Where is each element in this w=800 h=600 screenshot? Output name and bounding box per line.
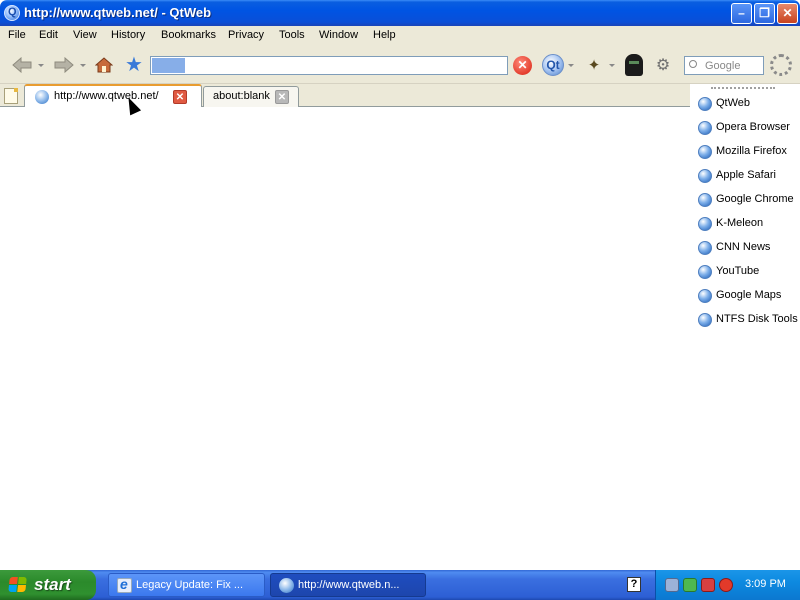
tab-about-blank[interactable]: about:blank ✕ [203, 86, 299, 107]
search-icon [689, 60, 697, 68]
qtweb-taskbar-icon [279, 578, 294, 593]
start-button[interactable]: start [0, 570, 96, 600]
tab-strip: http://www.qtweb.net/ ✕ about:blank ✕ [0, 84, 690, 108]
windows-logo-icon [8, 577, 28, 593]
qtweb-menu-icon[interactable]: Qt [542, 54, 564, 76]
forward-history-chevron-down-icon[interactable] [80, 64, 86, 67]
menu-view[interactable]: View [73, 29, 97, 41]
internet-explorer-icon [117, 576, 132, 593]
qtweb-app-icon[interactable] [4, 5, 20, 21]
globe-icon [698, 145, 712, 159]
safely-remove-hardware-icon[interactable] [683, 578, 697, 592]
page-content[interactable] [0, 107, 690, 570]
bookmark-label: Mozilla Firefox [716, 145, 787, 157]
menu-bar: File Edit View History Bookmarks Privacy… [0, 26, 800, 46]
forward-arrow-icon[interactable] [54, 57, 74, 73]
restore-button[interactable]: ❐ [754, 3, 775, 24]
globe-icon [698, 169, 712, 183]
menu-edit[interactable]: Edit [39, 29, 58, 41]
clock[interactable]: 3:09 PM [745, 578, 786, 590]
globe-icon [698, 193, 712, 207]
tab-label: about:blank [213, 90, 270, 102]
globe-icon [698, 265, 712, 279]
menu-file[interactable]: File [8, 29, 26, 41]
window-title: http://www.qtweb.net/ - QtWeb [24, 5, 212, 20]
menu-window[interactable]: Window [319, 29, 358, 41]
bookmark-google-chrome[interactable]: Google Chrome [698, 192, 798, 208]
loading-spinner-icon [770, 54, 792, 76]
bookmark-label: NTFS Disk Tools [716, 313, 798, 325]
bookmark-opera-browser[interactable]: Opera Browser [698, 120, 798, 136]
close-button[interactable]: ✕ [777, 3, 798, 24]
tab-qtweb[interactable]: http://www.qtweb.net/ ✕ [24, 84, 202, 108]
wand-chevron-down-icon[interactable] [609, 64, 615, 67]
bookmark-label: Apple Safari [716, 169, 776, 181]
bookmark-k-meleon[interactable]: K-Meleon [698, 216, 798, 232]
bookmark-ntfs-disk-tools[interactable]: NTFS Disk Tools [698, 312, 798, 328]
close-tab-icon[interactable]: ✕ [173, 90, 187, 104]
bookmark-apple-safari[interactable]: Apple Safari [698, 168, 798, 184]
globe-icon [698, 121, 712, 135]
help-icon[interactable]: ? [627, 577, 641, 592]
qtweb-menu-chevron-down-icon[interactable] [568, 64, 574, 67]
sidebar-grip-handle[interactable] [711, 87, 775, 89]
taskbar-item-label: Legacy Update: Fix ... [136, 579, 243, 591]
close-tab-icon[interactable]: ✕ [275, 90, 289, 104]
bookmark-label: Google Chrome [716, 193, 794, 205]
bookmark-label: Google Maps [716, 289, 782, 301]
back-history-chevron-down-icon[interactable] [38, 64, 44, 67]
back-arrow-icon[interactable] [12, 57, 32, 73]
start-label: start [34, 575, 71, 594]
globe-icon [698, 217, 712, 231]
minimize-button[interactable]: – [731, 3, 752, 24]
globe-icon [698, 97, 712, 111]
address-selection-highlight [152, 58, 185, 73]
menu-help[interactable]: Help [373, 29, 396, 41]
network-icon[interactable] [665, 578, 679, 592]
search-placeholder: Google [705, 60, 741, 72]
taskbar-item-legacy-update[interactable]: Legacy Update: Fix ... [108, 573, 265, 597]
bookmark-label: K-Meleon [716, 217, 764, 229]
menu-bookmarks[interactable]: Bookmarks [161, 29, 216, 41]
bookmark-qtweb[interactable]: QtWeb [698, 96, 798, 112]
search-input[interactable]: Google [684, 56, 764, 75]
bookmark-label: CNN News [716, 241, 771, 253]
bookmark-cnn-news[interactable]: CNN News [698, 240, 798, 256]
bookmarks-sidebar: QtWeb Opera Browser Mozilla Firefox Appl… [690, 84, 800, 570]
bookmark-star-icon[interactable]: ★ [124, 55, 144, 75]
stop-icon[interactable]: ✕ [513, 56, 532, 75]
globe-icon [698, 241, 712, 255]
system-tray: 3:09 PM [655, 570, 800, 600]
bookmark-label: QtWeb [716, 97, 751, 109]
globe-icon [698, 313, 712, 327]
new-tab-icon[interactable] [4, 88, 18, 104]
title-bar[interactable]: http://www.qtweb.net/ - QtWeb – ❐ ✕ [0, 0, 800, 26]
settings-gears-icon[interactable]: ⚙ [653, 55, 673, 75]
address-bar-input[interactable] [150, 56, 508, 75]
bookmark-google-maps[interactable]: Google Maps [698, 288, 798, 304]
home-icon[interactable] [95, 56, 113, 74]
security-alert-icon[interactable] [701, 578, 715, 592]
bookmark-mozilla-firefox[interactable]: Mozilla Firefox [698, 144, 798, 160]
taskbar-item-label: http://www.qtweb.n... [298, 579, 400, 591]
menu-history[interactable]: History [111, 29, 145, 41]
tab-label: http://www.qtweb.net/ [54, 90, 159, 102]
bookmark-youtube[interactable]: YouTube [698, 264, 798, 280]
qtweb-favicon-icon [35, 90, 49, 104]
bookmark-label: Opera Browser [716, 121, 790, 133]
menu-privacy[interactable]: Privacy [228, 29, 264, 41]
navigation-toolbar: ★ ✕ Qt ✦ ⚙ Google [0, 46, 800, 84]
security-shield-icon[interactable] [719, 578, 733, 592]
taskbar: start Legacy Update: Fix ... http://www.… [0, 570, 800, 600]
taskbar-item-qtweb[interactable]: http://www.qtweb.n... [270, 573, 426, 597]
privacy-mode-icon[interactable] [625, 54, 643, 76]
bookmark-label: YouTube [716, 265, 760, 277]
magic-wand-icon[interactable]: ✦ [584, 55, 604, 75]
globe-icon [698, 289, 712, 303]
menu-tools[interactable]: Tools [279, 29, 305, 41]
